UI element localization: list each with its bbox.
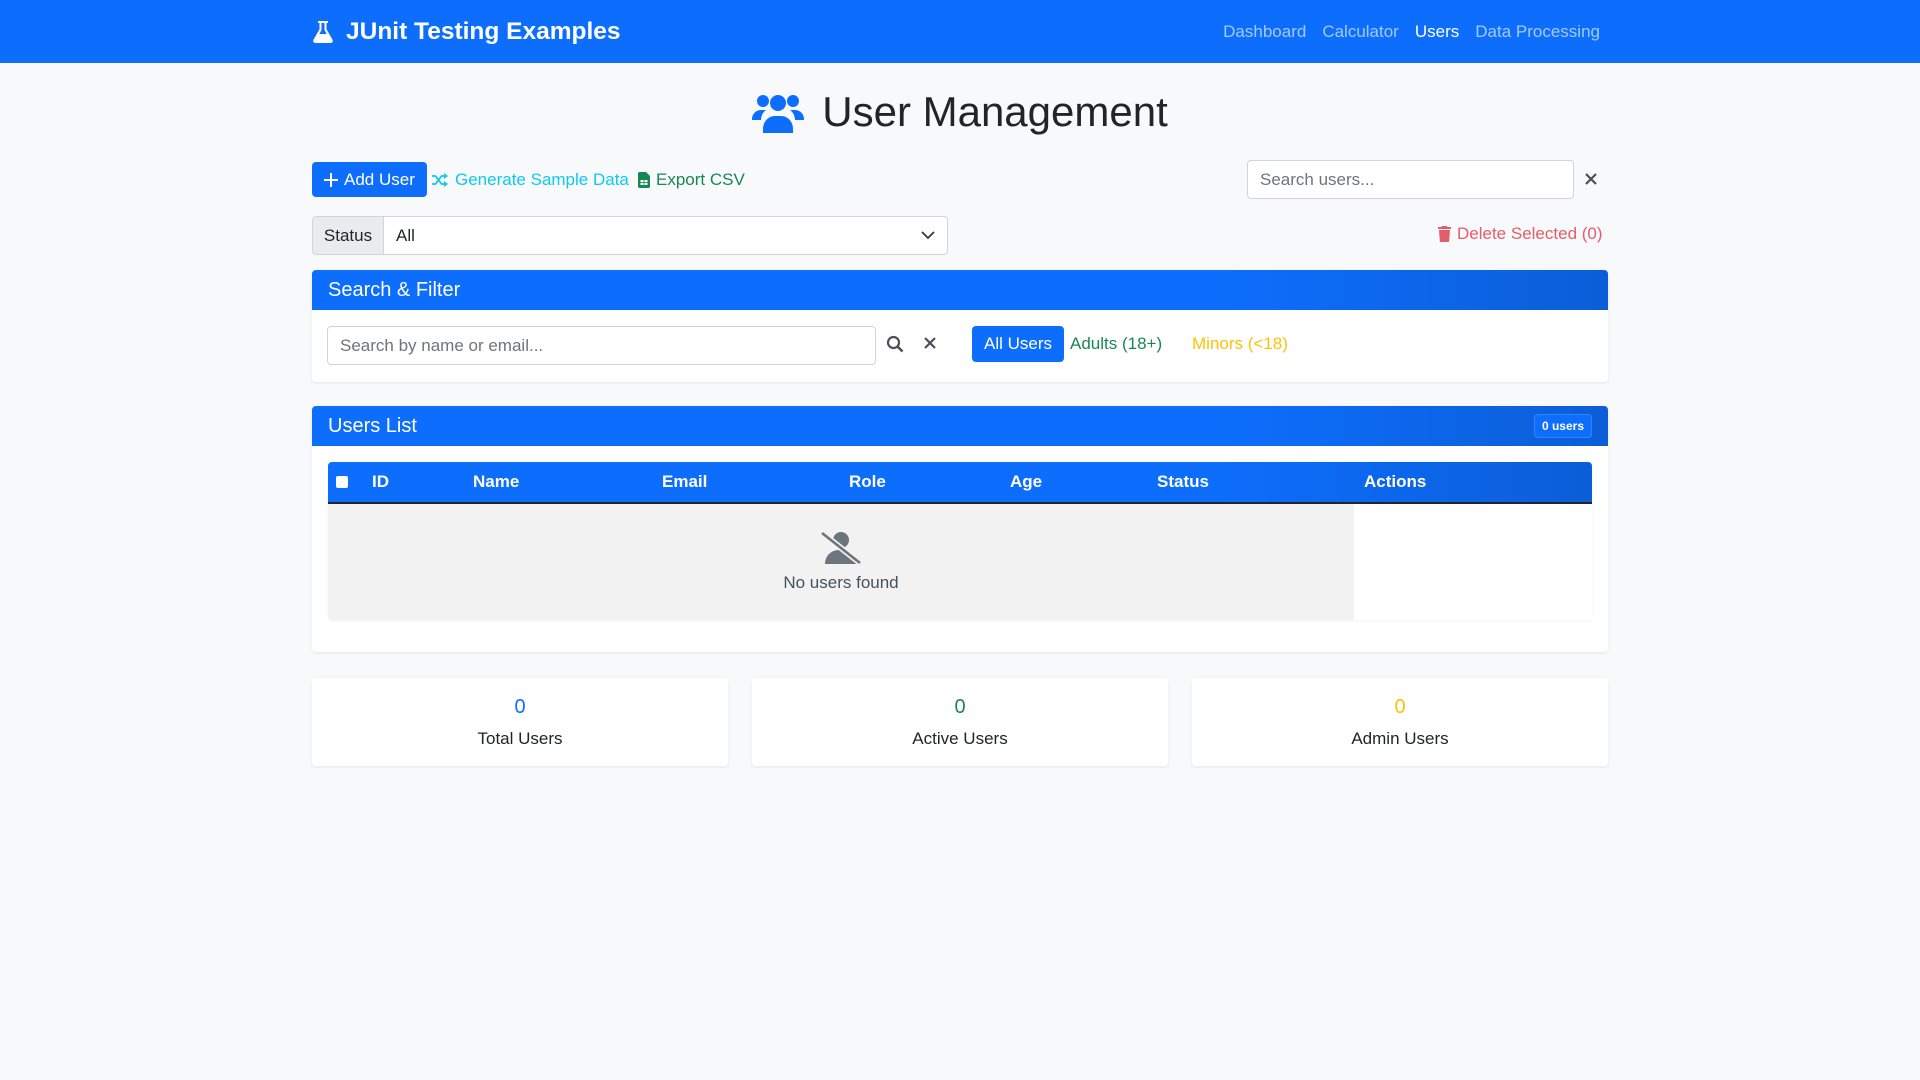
- column-header-id[interactable]: ID: [372, 462, 389, 502]
- nav-link-dashboard[interactable]: Dashboard: [1223, 22, 1306, 42]
- user-slash-icon: [820, 531, 862, 565]
- nav-link-users[interactable]: Users: [1415, 22, 1459, 42]
- status-filter: Status All: [312, 216, 948, 255]
- empty-state: No users found: [328, 504, 1354, 620]
- status-filter-label: Status: [313, 217, 384, 254]
- column-header-role[interactable]: Role: [849, 462, 886, 502]
- column-header-age[interactable]: Age: [1010, 462, 1042, 502]
- file-csv-icon: [638, 171, 650, 188]
- users-icon: [752, 91, 805, 133]
- stat-value: 0: [954, 695, 966, 718]
- generate-sample-data-button[interactable]: Generate Sample Data: [432, 162, 629, 197]
- stat-value: 0: [1394, 695, 1406, 718]
- table-body: No users found: [328, 504, 1592, 620]
- clear-filter-icon[interactable]: [923, 336, 937, 350]
- search-users-input[interactable]: [1247, 160, 1574, 199]
- users-list-card: Users List 0 users ID Name Email Role Ag…: [312, 406, 1608, 652]
- stat-total-users: 0 Total Users: [312, 678, 728, 766]
- segment-adults[interactable]: Adults (18+): [1058, 326, 1174, 362]
- navbar-brand[interactable]: JUnit Testing Examples: [312, 0, 621, 63]
- column-header-actions: Actions: [1364, 472, 1427, 491]
- navbar: JUnit Testing Examples Dashboard Calcula…: [0, 0, 1920, 63]
- trash-icon: [1438, 225, 1451, 242]
- stat-label: Total Users: [477, 728, 563, 748]
- stat-admin-users: 0 Admin Users: [1192, 678, 1608, 766]
- search-icon[interactable]: [886, 335, 904, 353]
- search-filter-title: Search & Filter: [328, 278, 461, 301]
- users-table: ID Name Email Role Age Status Actions No…: [328, 462, 1592, 620]
- brand-label: JUnit Testing Examples: [346, 17, 621, 45]
- page-title: User Management: [822, 88, 1168, 135]
- empty-state-message: No users found: [783, 573, 899, 592]
- users-list-header: Users List 0 users: [312, 406, 1608, 446]
- generate-sample-data-label: Generate Sample Data: [455, 169, 629, 189]
- export-csv-button[interactable]: Export CSV: [638, 162, 745, 197]
- status-select[interactable]: All: [384, 217, 947, 254]
- nav-link-calculator[interactable]: Calculator: [1322, 22, 1399, 42]
- delete-selected-label: Delete Selected (0): [1457, 223, 1603, 243]
- page-header: User Management: [0, 84, 1920, 140]
- clear-search-icon[interactable]: [1580, 168, 1602, 190]
- segment-all-users[interactable]: All Users: [972, 326, 1065, 362]
- search-filter-card: Search & Filter All Users Adults (18+) M…: [312, 270, 1608, 382]
- stat-label: Admin Users: [1351, 728, 1449, 748]
- column-header-status[interactable]: Status: [1157, 462, 1209, 502]
- column-header-name[interactable]: Name: [473, 462, 519, 502]
- stat-label: Active Users: [912, 728, 1008, 748]
- user-count-badge: 0 users: [1533, 414, 1592, 438]
- export-csv-label: Export CSV: [656, 169, 745, 189]
- shuffle-icon: [432, 172, 449, 187]
- delete-selected-button[interactable]: Delete Selected (0): [1438, 216, 1603, 251]
- search-filter-header: Search & Filter: [312, 270, 1608, 310]
- add-user-button[interactable]: Add User: [312, 162, 427, 197]
- plus-icon: [324, 172, 338, 187]
- table-header: ID Name Email Role Age Status Actions: [328, 462, 1592, 504]
- status-select-value: All: [396, 225, 415, 245]
- segment-minors[interactable]: Minors (<18): [1180, 326, 1300, 362]
- stat-value: 0: [514, 695, 526, 718]
- chevron-down-icon: [921, 231, 935, 240]
- users-list-title: Users List: [328, 414, 417, 437]
- flask-icon: [312, 20, 334, 44]
- nav-link-data-processing[interactable]: Data Processing: [1475, 22, 1600, 42]
- add-user-label: Add User: [344, 169, 415, 189]
- nav-links: Dashboard Calculator Users Data Processi…: [1223, 0, 1600, 63]
- select-all-checkbox[interactable]: [336, 476, 348, 488]
- column-header-email[interactable]: Email: [662, 462, 707, 502]
- stat-active-users: 0 Active Users: [752, 678, 1168, 766]
- filter-search-input[interactable]: [327, 326, 876, 365]
